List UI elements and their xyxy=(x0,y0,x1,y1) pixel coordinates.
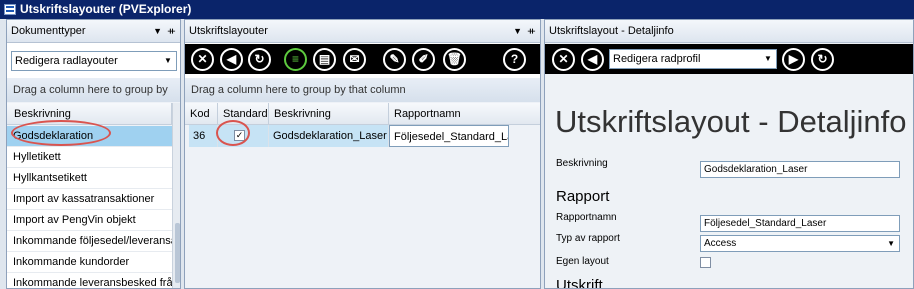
beskrivning-label: Beskrivning xyxy=(556,158,608,169)
rapport-section-title: Rapport xyxy=(556,188,610,205)
layout-mode-value: Redigera radlayouter xyxy=(15,55,118,67)
help-icon[interactable]: ? xyxy=(503,48,526,71)
page-title: Utskriftslayout - Detaljinfo xyxy=(555,104,907,139)
edit-form-icon[interactable]: ✐ xyxy=(412,48,435,71)
rapportnamn-label: Rapportnamn xyxy=(556,212,617,223)
refresh-icon[interactable]: ↻ xyxy=(248,48,271,71)
scrollbar-thumb[interactable] xyxy=(175,223,180,283)
print-icon[interactable]: ▤ xyxy=(313,48,336,71)
document-types-grid: Drag a column here to group by that... B… xyxy=(7,78,180,288)
pane-title: Dokumenttyper xyxy=(11,25,86,37)
list-item[interactable]: Hylletikett xyxy=(7,147,172,168)
refresh-icon[interactable]: ↻ xyxy=(811,48,834,71)
typ-av-rapport-label: Typ av rapport xyxy=(556,233,620,244)
list-item[interactable]: Inkommande följesedel/leveransav xyxy=(7,231,172,252)
forward-icon[interactable]: ▶ xyxy=(782,48,805,71)
kod-cell[interactable]: 36 xyxy=(189,125,218,147)
typ-av-rapport-value: Access xyxy=(704,238,737,249)
chevron-down-icon[interactable]: ▼ xyxy=(887,236,895,251)
beskrivning-cell[interactable]: Godsdeklaration_Laser xyxy=(269,125,389,147)
back-icon[interactable]: ◀ xyxy=(581,48,604,71)
beskrivning-field[interactable]: Godsdeklaration_Laser xyxy=(700,161,900,178)
window-title: Utskriftslayouter (PVExplorer) xyxy=(20,2,192,16)
group-by-hint: Drag a column here to group by that... xyxy=(7,78,180,120)
pane-title: Utskriftslayouter xyxy=(189,25,268,37)
column-header-beskrivning[interactable]: Beskrivning xyxy=(269,103,389,125)
new-record-icon[interactable]: ≡ xyxy=(284,48,307,71)
cancel-icon[interactable]: ✕ xyxy=(552,48,575,71)
chevron-down-icon[interactable]: ▼ xyxy=(162,52,174,70)
app-icon xyxy=(4,4,16,15)
layouts-grid: Drag a column here to group by that colu… xyxy=(185,78,540,288)
trash-icon[interactable]: 🗑 xyxy=(443,48,466,71)
back-icon[interactable]: ◀ xyxy=(220,48,243,71)
vertical-scrollbar[interactable] xyxy=(172,103,180,288)
pane-dropdown-icon[interactable]: ▼ xyxy=(513,20,522,43)
pushpin-icon[interactable]: ᚑ xyxy=(528,20,535,43)
detail-mode-select[interactable]: Redigera radprofil ▼ xyxy=(609,49,777,69)
list-item[interactable]: Import av PengVin objekt xyxy=(7,210,172,231)
layout-mode-select[interactable]: Redigera radlayouter ▼ xyxy=(11,51,177,71)
chevron-down-icon[interactable]: ▼ xyxy=(762,50,774,68)
detail-info-pane: Utskriftslayout - Detaljinfo ✕ ◀ Rediger… xyxy=(544,19,914,289)
detail-mode-value: Redigera radprofil xyxy=(613,53,701,65)
pane-header: Utskriftslayout - Detaljinfo xyxy=(545,20,913,43)
list-item[interactable]: Hyllkantsetikett xyxy=(7,168,172,189)
column-header-kod[interactable]: Kod xyxy=(185,103,218,125)
list-item[interactable]: Inkommande kundorder xyxy=(7,252,172,273)
document-types-pane: Dokumenttyper ▼ ᚑ Redigera radlayouter ▼… xyxy=(6,19,181,289)
egen-layout-checkbox[interactable] xyxy=(700,257,711,268)
utskrift-section-title: Utskrift xyxy=(556,277,603,289)
typ-av-rapport-select[interactable]: Access ▼ xyxy=(700,235,900,252)
annotation-circle xyxy=(11,120,111,146)
egen-layout-label: Egen layout xyxy=(556,256,609,267)
pane-header: Utskriftslayouter ▼ ᚑ xyxy=(185,20,540,43)
column-header-rapportnamn[interactable]: Rapportnamn xyxy=(389,103,540,125)
print-layouts-pane: Utskriftslayouter ▼ ᚑ ✕ ◀ ↻ ≡ ▤ ✉ ✎ ✐ 🗑? Drag a … xyxy=(184,19,541,289)
layouts-toolbar: ✕ ◀ ↻ ≡ ▤ ✉ ✎ ✐ 🗑? xyxy=(185,44,540,74)
pane-dropdown-icon[interactable]: ▼ xyxy=(153,20,162,43)
pane-title: Utskriftslayout - Detaljinfo xyxy=(549,25,674,37)
rapportnamn-field[interactable]: Följesedel_Standard_Laser xyxy=(700,215,900,232)
pushpin-icon[interactable]: ᚑ xyxy=(168,20,175,43)
list-item[interactable]: Import av kassatransaktioner xyxy=(7,189,172,210)
pane-header: Dokumenttyper ▼ ᚑ xyxy=(7,20,180,43)
window-title-bar: Utskriftslayouter (PVExplorer) xyxy=(0,0,914,19)
edit-icon[interactable]: ✎ xyxy=(383,48,406,71)
cancel-icon[interactable]: ✕ xyxy=(191,48,214,71)
delete-mail-icon[interactable]: ✉ xyxy=(343,48,366,71)
rapportnamn-cell[interactable]: Följesedel_Standard_Laser xyxy=(389,125,509,147)
group-by-hint: Drag a column here to group by that colu… xyxy=(185,78,540,102)
detail-toolbar: ✕ ◀ Redigera radprofil ▼ ▶ ↻ xyxy=(545,44,913,74)
list-item[interactable]: Inkommande leveransbesked från xyxy=(7,273,172,288)
annotation-circle xyxy=(216,120,250,146)
